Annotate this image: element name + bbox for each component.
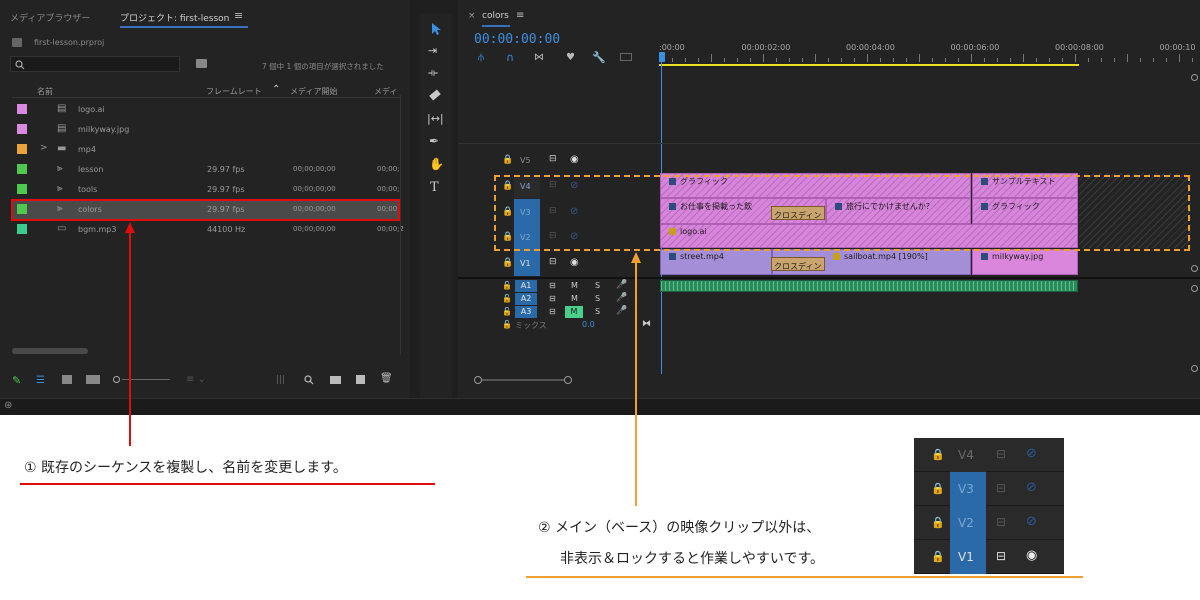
closeup-track-v4: 🔒 V4 ⊟ ⊘ — [914, 438, 1064, 472]
track-name: V2 — [958, 516, 974, 530]
lock-icon[interactable]: 🔒 — [931, 516, 945, 529]
sync-lock-icon[interactable]: ⊟ — [996, 515, 1006, 529]
closeup-track-v1: 🔒 V1 ⊟ ◉ — [914, 540, 1064, 574]
note-hide-lock-line2: 非表示＆ロックすると作業しやすいです。 — [560, 551, 825, 567]
eye-hidden-icon[interactable]: ⊘ — [1026, 480, 1037, 495]
unlock-icon[interactable]: 🔒 — [931, 550, 945, 563]
track-name: V3 — [958, 482, 974, 496]
eye-hidden-icon[interactable]: ⊘ — [1026, 514, 1037, 529]
sync-lock-icon[interactable]: ⊟ — [996, 481, 1006, 495]
eye-icon[interactable]: ◉ — [1026, 548, 1037, 563]
note-2-underline — [526, 576, 1083, 578]
lock-icon[interactable]: 🔒 — [931, 482, 945, 495]
track-name: V4 — [958, 448, 974, 462]
closeup-track-v3: 🔒 V3 ⊟ ⊘ — [914, 472, 1064, 506]
sync-lock-icon[interactable]: ⊟ — [996, 549, 1006, 563]
track-header-closeup: 🔒 V4 ⊟ ⊘ 🔒 V3 ⊟ ⊘ 🔒 V2 ⊟ ⊘ 🔒 V1 ⊟ ◉ — [914, 438, 1064, 574]
sync-lock-icon[interactable]: ⊟ — [996, 447, 1006, 461]
note-1-underline — [20, 483, 435, 485]
note-hide-lock-line1: ② メイン（ベース）の映像クリップ以外は、 — [538, 520, 821, 536]
track-name: V1 — [958, 550, 974, 564]
eye-hidden-icon[interactable]: ⊘ — [1026, 446, 1037, 461]
lock-icon[interactable]: 🔒 — [931, 448, 945, 461]
note-duplicate-sequence: ① 既存のシーケンスを複製し、名前を変更します。 — [24, 460, 347, 476]
closeup-track-v2: 🔒 V2 ⊟ ⊘ — [914, 506, 1064, 540]
